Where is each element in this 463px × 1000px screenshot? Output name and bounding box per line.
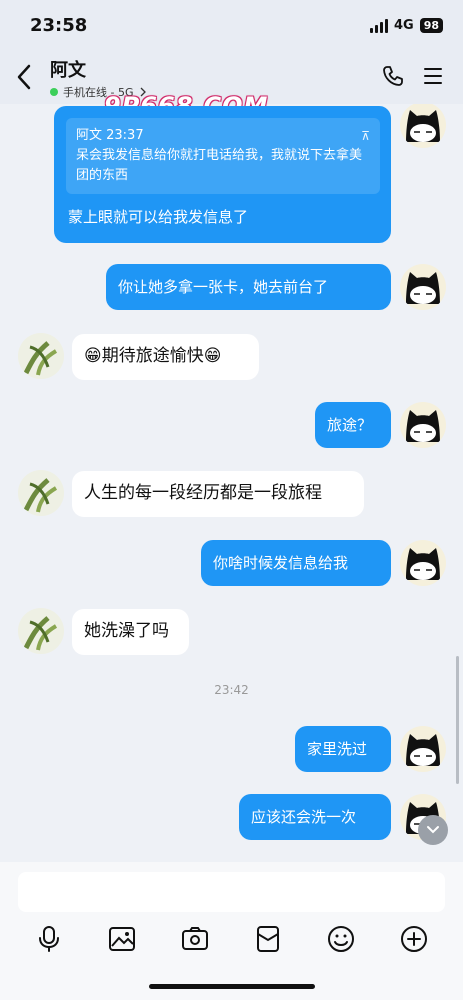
message-text: 期待旅途愉快 (101, 346, 204, 366)
composer-toolbar (0, 924, 463, 956)
grin-emoji: 😁 (84, 346, 102, 366)
message-text: 你啥时候发信息给我 (213, 554, 349, 572)
clock: 23:58 (30, 15, 88, 36)
message-list[interactable]: 阿文 23:37 ⊼ 呆会我发信息给你就打电话给我，我就说下去拿美团的东西 蒙上… (0, 104, 463, 862)
red-packet-icon[interactable] (253, 924, 283, 954)
avatar-contact[interactable] (18, 608, 64, 654)
avatar-self[interactable] (400, 402, 446, 448)
quoted-message[interactable]: 阿文 23:37 ⊼ 呆会我发信息给你就打电话给我，我就说下去拿美团的东西 (66, 118, 380, 194)
message-bubble-incoming[interactable]: 人生的每一段经历都是一段旅程 (72, 471, 364, 517)
emoji-icon[interactable] (326, 924, 356, 954)
chat-screen: 23:58 4G 98 阿文 手机在线 - 5G 9P668.COM (0, 0, 463, 1000)
online-dot-icon (50, 88, 58, 96)
message-bubble-incoming[interactable]: 她洗澡了吗 (72, 609, 189, 655)
status-bar: 23:58 4G 98 (0, 0, 463, 52)
message-bubble-outgoing[interactable]: 你让她多拿一张卡，她去前台了 (106, 264, 391, 310)
message-bubble-outgoing[interactable]: 阿文 23:37 ⊼ 呆会我发信息给你就打电话给我，我就说下去拿美团的东西 蒙上… (54, 106, 391, 243)
avatar-self[interactable] (400, 264, 446, 310)
message-bubble-outgoing[interactable]: 家里洗过 (295, 726, 391, 772)
message-bubble-outgoing[interactable]: 你啥时候发信息给我 (201, 540, 391, 586)
camera-icon[interactable] (180, 924, 210, 954)
network-type: 4G (393, 18, 414, 33)
avatar-self[interactable] (400, 104, 446, 148)
plus-icon[interactable] (399, 924, 429, 954)
image-icon[interactable] (107, 924, 137, 954)
avatar-contact[interactable] (18, 333, 64, 379)
chat-header: 阿文 手机在线 - 5G 9P668.COM (0, 52, 463, 120)
contact-name[interactable]: 阿文 (50, 56, 86, 82)
scroll-to-bottom-icon[interactable] (418, 815, 448, 845)
collapse-icon[interactable]: ⊼ (361, 126, 370, 146)
mic-icon[interactable] (34, 924, 64, 954)
composer (0, 862, 463, 1000)
grin-emoji: 😁 (203, 346, 222, 366)
message-bubble-incoming[interactable]: 😁期待旅途愉快😁 (72, 334, 259, 380)
more-menu-icon[interactable] (423, 66, 443, 90)
message-text: 蒙上眼就可以给我发信息了 (68, 208, 249, 226)
battery-icon: 98 (419, 18, 443, 33)
message-text: 旅途？ (327, 416, 373, 434)
time-divider: 23:42 (214, 683, 249, 697)
avatar-self[interactable] (400, 540, 446, 586)
scrollbar[interactable] (456, 656, 459, 784)
back-icon[interactable] (16, 64, 32, 94)
message-text: 应该还会洗一次 (251, 808, 357, 826)
message-text: 人生的每一段经历都是一段旅程 (84, 483, 322, 503)
message-bubble-outgoing[interactable]: 应该还会洗一次 (239, 794, 391, 840)
quote-author-time: 阿文 23:37 (76, 128, 144, 143)
phone-call-icon[interactable] (381, 64, 405, 92)
avatar-contact[interactable] (18, 470, 64, 516)
message-text: 家里洗过 (307, 740, 368, 758)
signal-icon (369, 18, 388, 33)
message-text: 她洗澡了吗 (84, 621, 169, 641)
message-bubble-outgoing[interactable]: 旅途？ (315, 402, 391, 448)
message-text: 你让她多拿一张卡，她去前台了 (118, 278, 329, 296)
quote-text: 呆会我发信息给你就打电话给我，我就说下去拿美团的东西 (76, 148, 363, 183)
status-indicators: 4G 98 (369, 18, 443, 33)
message-input[interactable] (18, 872, 445, 912)
home-indicator[interactable] (149, 984, 315, 989)
avatar-self[interactable] (400, 726, 446, 772)
